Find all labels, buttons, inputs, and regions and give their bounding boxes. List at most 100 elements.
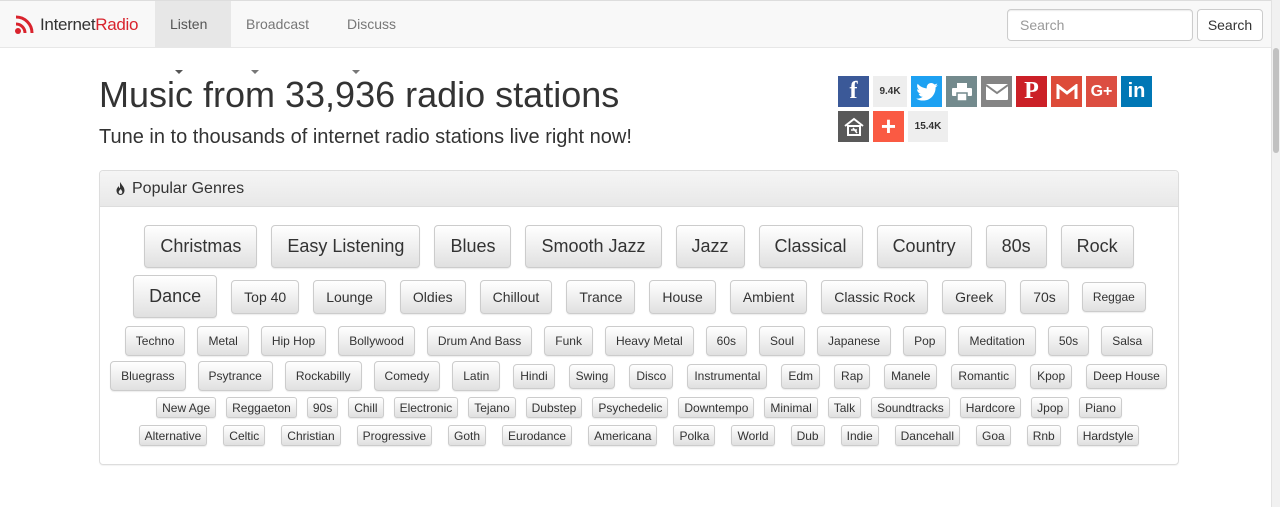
genre-button[interactable]: Romantic (951, 363, 1017, 389)
genre-button[interactable]: Country (876, 225, 972, 268)
genre-button[interactable]: Techno (124, 326, 186, 356)
search-button[interactable]: Search (1197, 9, 1263, 41)
genre-button[interactable]: 80s (985, 225, 1047, 268)
genre-button[interactable]: Goth (448, 425, 487, 446)
genre-button[interactable]: Japanese (817, 326, 892, 356)
genre-button[interactable]: Rockabilly (284, 361, 362, 391)
genre-button[interactable]: Dub (790, 425, 825, 446)
genre-button[interactable]: Rock (1060, 225, 1134, 268)
genre-button[interactable]: Manele (884, 363, 938, 389)
google-plus-icon[interactable]: G+ (1086, 76, 1117, 107)
add-more-icon[interactable]: + (873, 111, 904, 142)
genre-button[interactable]: Comedy (373, 361, 441, 391)
twitter-icon[interactable] (911, 76, 942, 107)
genre-button[interactable]: Goa (976, 425, 1011, 446)
genre-button[interactable]: Meditation (958, 326, 1036, 356)
genre-button[interactable]: Disco (629, 363, 674, 389)
genre-button[interactable]: Psychedelic (592, 397, 669, 418)
page-subtitle: Tune in to thousands of internet radio s… (99, 126, 632, 148)
genre-button[interactable]: World (731, 425, 775, 446)
genre-button[interactable]: Chillout (479, 279, 553, 314)
genre-button[interactable]: Chill (348, 397, 384, 418)
genre-button[interactable]: Bluegrass (110, 361, 186, 391)
genre-button[interactable]: Classic Rock (821, 279, 929, 314)
genre-button[interactable]: Reggae (1081, 281, 1146, 312)
genre-button[interactable]: Classical (758, 225, 863, 268)
genre-button[interactable]: New Age (156, 397, 217, 418)
genre-button[interactable]: Celtic (223, 425, 266, 446)
genre-button[interactable]: Smooth Jazz (525, 225, 662, 268)
genre-button[interactable]: Deep House (1086, 363, 1167, 389)
gmail-icon[interactable] (1051, 76, 1082, 107)
nav-listen[interactable]: Listen (155, 1, 231, 75)
genre-button[interactable]: Greek (942, 279, 1007, 314)
genre-button[interactable]: Dancehall (894, 425, 961, 446)
genre-button[interactable]: Ambient (729, 279, 808, 314)
genre-button[interactable]: 50s (1047, 326, 1090, 356)
genre-button[interactable]: Dubstep (525, 397, 583, 418)
genre-button[interactable]: Alternative (138, 425, 208, 446)
brand-logo[interactable]: Internet Radio (14, 14, 138, 36)
genre-button[interactable]: Progressive (356, 425, 433, 446)
genre-button[interactable]: Hardstyle (1076, 425, 1140, 446)
genre-button[interactable]: Hardcore (959, 397, 1022, 418)
genre-button[interactable]: Eurodance (502, 425, 573, 446)
genre-button[interactable]: Trance (566, 279, 636, 314)
genre-button[interactable]: Piano (1079, 397, 1122, 418)
email-icon[interactable] (981, 76, 1012, 107)
genre-button[interactable]: Rap (834, 363, 871, 389)
genre-button[interactable]: Kpop (1030, 363, 1073, 389)
genre-button[interactable]: Pop (903, 326, 947, 356)
pinterest-icon[interactable]: P (1016, 76, 1047, 107)
genre-button[interactable]: House (649, 279, 716, 314)
genre-button[interactable]: Christmas (144, 225, 258, 268)
genre-button[interactable]: Heavy Metal (604, 326, 694, 356)
genre-button[interactable]: Edm (781, 363, 821, 389)
genre-button[interactable]: Indie (840, 425, 879, 446)
genre-button[interactable]: 70s (1020, 279, 1069, 314)
genre-button[interactable]: Metal (197, 326, 249, 356)
genre-button[interactable]: Christian (281, 425, 341, 446)
genre-button[interactable]: Bollywood (338, 326, 415, 356)
genre-button[interactable]: Soundtracks (871, 397, 950, 418)
genre-button[interactable]: Dance (133, 275, 218, 318)
genre-button[interactable]: Downtempo (678, 397, 755, 418)
genre-button[interactable]: Jazz (675, 225, 745, 268)
genre-button[interactable]: Latin (452, 361, 501, 391)
search-input[interactable] (1007, 9, 1193, 41)
genre-button[interactable]: Electronic (393, 397, 459, 418)
genre-button[interactable]: Talk (827, 397, 862, 418)
print-icon[interactable] (946, 76, 977, 107)
genre-button[interactable]: Drum And Bass (426, 326, 533, 356)
nav-discuss-label: Discuss (347, 16, 397, 32)
genre-button[interactable]: Minimal (764, 397, 818, 418)
genre-button[interactable]: Hip Hop (260, 326, 327, 356)
genre-button[interactable]: Instrumental (687, 363, 768, 389)
genre-button[interactable]: Rnb (1026, 425, 1061, 446)
genre-button[interactable]: Soul (759, 326, 806, 356)
nav-discuss[interactable]: Discuss (332, 1, 422, 75)
facebook-icon[interactable]: f (838, 76, 869, 107)
bookmark-icon[interactable] (838, 111, 869, 142)
genre-button[interactable]: Blues (434, 225, 512, 268)
genre-button[interactable]: 90s (306, 397, 339, 418)
genre-button[interactable]: Hindi (513, 363, 555, 389)
genre-button[interactable]: 60s (705, 326, 748, 356)
linkedin-icon[interactable]: in (1121, 76, 1152, 107)
genre-button[interactable]: Oldies (399, 279, 466, 314)
genre-button[interactable]: Jpop (1031, 397, 1070, 418)
genre-button[interactable]: Salsa (1101, 326, 1154, 356)
genre-button[interactable]: Americana (588, 425, 658, 446)
genre-button[interactable]: Polka (673, 425, 716, 446)
scrollbar-thumb[interactable] (1273, 48, 1279, 153)
genre-button[interactable]: Tejano (468, 397, 516, 418)
genre-button[interactable]: Funk (544, 326, 593, 356)
genre-button[interactable]: Lounge (313, 279, 386, 314)
genre-button[interactable]: Reggaeton (226, 397, 297, 418)
genre-button[interactable]: Easy Listening (271, 225, 421, 268)
nav-broadcast[interactable]: Broadcast (231, 1, 332, 75)
page-scrollbar[interactable] (1271, 0, 1280, 507)
genre-button[interactable]: Swing (568, 363, 616, 389)
genre-button[interactable]: Top 40 (231, 279, 300, 314)
genre-button[interactable]: Psytrance (197, 361, 273, 391)
